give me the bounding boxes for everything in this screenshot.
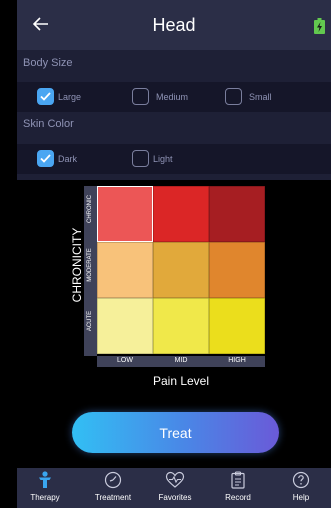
light-label: Light [153,153,173,164]
dark-checkbox[interactable] [37,150,54,167]
small-checkbox[interactable] [225,88,242,105]
large-label: Large [58,91,82,102]
tab-favorites-label: Favorites [158,493,192,502]
col-label-low: LOW [117,357,133,364]
skin-color-row: Dark Light [17,144,331,174]
row-label-chronic: CHRONIC [87,195,93,223]
matrix-cell-acute-low[interactable] [97,298,153,354]
option-small[interactable]: Small [225,88,272,105]
matrix-cell-acute-high[interactable] [209,298,265,354]
body-size-row: Large Medium Small [17,82,331,112]
matrix-cell-moderate-low[interactable] [97,242,153,298]
app-screen: Head Body Size Large Medium Small Skin C… [17,0,331,508]
arrow-left-icon [33,17,48,31]
heart-pulse-icon [165,471,185,488]
small-label: Small [249,91,272,102]
row-label-acute: ACUTE [87,310,93,332]
tab-therapy[interactable]: Therapy [17,468,75,508]
body-size-label: Body Size [23,57,73,69]
option-dark[interactable]: Dark [37,150,77,167]
matrix-cell-chronic-mid[interactable] [153,186,209,242]
large-checkbox[interactable] [37,88,54,105]
header-bar: Head [17,0,331,50]
matrix-cell-chronic-high[interactable] [209,186,265,242]
pain-level-axis-title: Pain Level [152,374,210,388]
clipboard-icon [231,471,245,489]
battery-icon [314,18,325,34]
medium-checkbox[interactable] [132,88,149,105]
matrix-cell-moderate-mid[interactable] [153,242,209,298]
tab-record[interactable]: Record [208,468,268,508]
medium-label: Medium [156,91,189,102]
option-light[interactable]: Light [132,150,173,167]
dark-label: Dark [58,153,78,164]
help-icon [292,471,310,489]
matrix-cell-chronic-low[interactable] [97,186,153,242]
row-label-moderate: MODERATE [87,248,93,282]
skin-color-label: Skin Color [23,118,74,130]
option-large[interactable]: Large [37,88,81,105]
tab-favorites[interactable]: Favorites [145,468,205,508]
tab-help-label: Help [292,493,310,502]
tab-record-label: Record [225,493,251,502]
light-checkbox[interactable] [132,150,149,167]
col-label-mid: MID [174,357,188,364]
tab-treatment[interactable]: Treatment [83,468,143,508]
clock-icon [104,471,122,489]
chronicity-axis-title: CHRONICITY [70,227,84,303]
col-label-high: HIGH [228,357,246,364]
option-medium[interactable]: Medium [132,88,188,105]
tab-help[interactable]: Help [271,468,331,508]
check-icon [40,92,51,101]
pain-chronicity-matrix [97,186,265,356]
back-button[interactable] [27,10,55,38]
tab-treatment-label: Treatment [94,493,132,502]
matrix-cell-acute-mid[interactable] [153,298,209,354]
matrix-cell-moderate-high[interactable] [209,242,265,298]
options-panel: Body Size Large Medium Small Skin Color [17,50,331,180]
treat-button[interactable]: Treat [72,412,279,453]
bottom-tab-bar: Therapy Treatment Favorites Record Help [17,468,331,508]
body-icon [39,471,51,488]
check-icon [40,154,51,163]
tab-therapy-label: Therapy [30,493,60,502]
page-title: Head [152,14,196,35]
